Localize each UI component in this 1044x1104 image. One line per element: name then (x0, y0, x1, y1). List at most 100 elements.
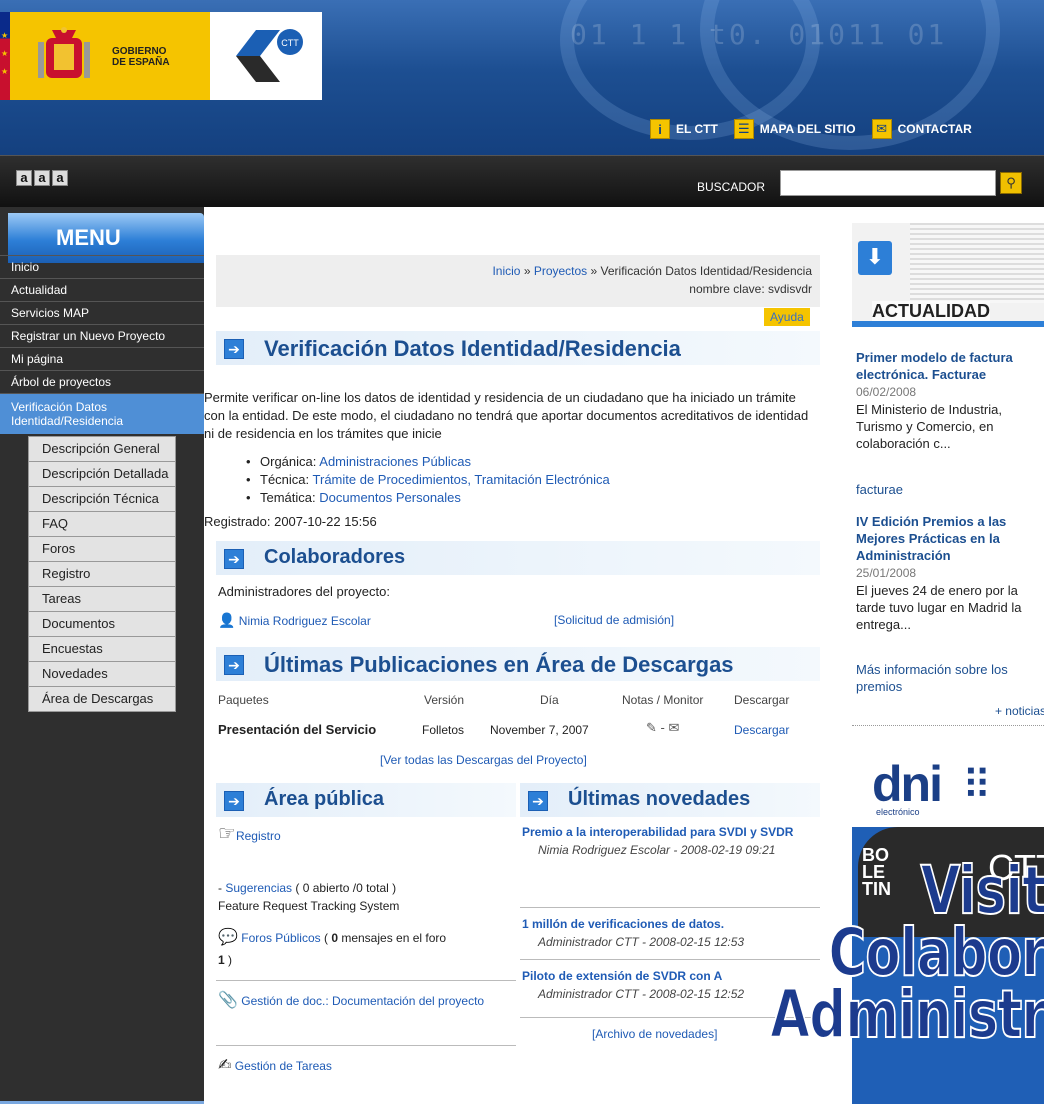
notes-icon[interactable]: ✎ (646, 720, 657, 735)
nav-el-ctt[interactable]: i EL CTT (650, 119, 718, 139)
search-icon: ⚲ (1006, 175, 1016, 190)
nav-label: EL CTT (676, 122, 718, 136)
forum-bubble-icon: 💬 (218, 929, 238, 946)
sidebar-item-inicio[interactable]: Inicio (0, 255, 204, 278)
actualidad-banner[interactable]: ⬇ ACTUALIDAD (852, 223, 1044, 327)
download-package: Presentación del Servicio (218, 722, 377, 737)
font-large-button[interactable]: a (52, 170, 68, 186)
promo-banner[interactable]: Visita Colabora Administra (737, 857, 1044, 1049)
subitem-tareas[interactable]: Tareas (28, 586, 176, 612)
documents-link[interactable]: Gestión de doc.: Documentación del proye… (241, 994, 484, 1008)
dni-electronico-banner[interactable]: dni electrónico ⠿ (852, 755, 1044, 821)
user-icon: 👤 (218, 612, 236, 628)
subitem-encuestas[interactable]: Encuestas (28, 636, 176, 662)
monitor-icon[interactable]: ✉ (669, 720, 680, 735)
forums-mid: mensajes en el foro (338, 931, 447, 945)
info-icon: i (650, 119, 670, 139)
admin-entry: 👤 Nimia Rodriguez Escolar (218, 611, 371, 630)
tasks-link[interactable]: Gestión de Tareas (235, 1059, 332, 1073)
category-link[interactable]: Trámite de Procedimientos, Tramitación E… (313, 472, 610, 487)
admission-request-link[interactable]: [Solicitud de admisión] (554, 611, 674, 629)
font-small-button[interactable]: a (16, 170, 32, 186)
right-news-date: 25/01/2008 (856, 566, 917, 580)
nav-site-map[interactable]: ☰ MAPA DEL SITIO (733, 119, 856, 139)
search-input[interactable] (780, 170, 996, 196)
right-news-tag[interactable]: Más información sobre los premios (856, 661, 1044, 695)
category-item: Temática: Documentos Personales (246, 489, 816, 507)
right-news-title[interactable]: Primer modelo de factura electrónica. Fa… (856, 350, 1013, 382)
ctt-logo[interactable]: CTT (210, 12, 322, 100)
breadcrumb-home[interactable]: Inicio (492, 264, 520, 278)
documents-entry: 📎 Gestión de doc.: Documentación del pro… (218, 991, 508, 1011)
subitem-faq[interactable]: FAQ (28, 511, 176, 537)
forums-close: ) (224, 953, 233, 967)
sidebar-item-mi-pagina[interactable]: Mi página (0, 347, 204, 370)
news-title-link[interactable]: Premio a la interoperabilidad para SVDI … (522, 825, 793, 839)
sitemap-icon: ☰ (733, 119, 754, 139)
ctt-logo-text: CTT (281, 38, 299, 48)
category-item: Técnica: Trámite de Procedimientos, Tram… (246, 471, 816, 489)
arrow-right-icon: ➔ (224, 655, 244, 675)
subitem-registro[interactable]: Registro (28, 561, 176, 587)
dni-sub: electrónico (876, 807, 920, 817)
category-key: Técnica: (260, 472, 310, 487)
category-key: Orgánica: (260, 454, 317, 469)
font-medium-button[interactable]: a (34, 170, 50, 186)
actualidad-label: ACTUALIDAD (872, 301, 990, 321)
right-news-title[interactable]: IV Edición Premios a las Mejores Práctic… (856, 514, 1006, 563)
admin-name-link[interactable]: Nimia Rodriguez Escolar (239, 614, 371, 628)
latest-news-header: ➔ Últimas novedades (520, 783, 820, 817)
subitem-descripcion-detallada[interactable]: Descripción Detallada (28, 461, 176, 487)
arrow-down-icon: ⬇ (858, 241, 892, 275)
notes-separator: - (660, 720, 665, 735)
category-link[interactable]: Administraciones Públicas (319, 454, 471, 469)
subitem-documentos[interactable]: Documentos (28, 611, 176, 637)
subitem-novedades[interactable]: Novedades (28, 661, 176, 687)
news-archive-link[interactable]: [Archivo de novedades] (592, 1025, 717, 1043)
more-news-link[interactable]: + noticias (856, 703, 1044, 720)
page: 01 1 1 t0. 01011 01 ★ ★ ★ GOBIERNO DE ESP… (0, 0, 1044, 1104)
sidebar-item-actualidad[interactable]: Actualidad (0, 278, 204, 301)
news-title-link[interactable]: Piloto de extensión de SVDR con A (522, 969, 722, 983)
coat-of-arms-icon (38, 27, 90, 78)
section-title: Últimas novedades (568, 788, 751, 810)
admins-label: Administradores del proyecto: (218, 584, 390, 599)
right-news-item: Primer modelo de factura electrónica. Fa… (856, 349, 1044, 452)
suggestions-desc: Feature Request Tracking System (218, 899, 400, 913)
subitem-area-descargas[interactable]: Área de Descargas (28, 686, 176, 712)
suggestions-link[interactable]: Sugerencias (225, 881, 292, 895)
help-button[interactable]: Ayuda (764, 308, 810, 326)
font-size-controls: a a a (16, 170, 68, 186)
download-notes: ✎ - ✉ (646, 719, 679, 737)
right-news-tag[interactable]: facturae (856, 481, 1044, 498)
hand-cursor-icon: ☞ (218, 823, 236, 845)
registro-link[interactable]: Registro (236, 829, 281, 843)
gobierno-logo[interactable]: ★ ★ ★ GOBIERNO DE ESPAÑA (0, 12, 210, 100)
collaborators-header: ➔ Colaboradores (216, 541, 820, 575)
sidebar-item-arbol-proyectos[interactable]: Árbol de proyectos (0, 370, 204, 393)
newspaper-image (910, 223, 1044, 303)
forums-link[interactable]: Foros Públicos (241, 931, 320, 945)
forums-n: 1 (218, 953, 225, 967)
right-news-item: IV Edición Premios a las Mejores Práctic… (856, 513, 1044, 633)
nav-contact[interactable]: ✉ CONTACTAR (871, 119, 972, 139)
subitem-foros[interactable]: Foros (28, 536, 176, 562)
sidebar-item-servicios-map[interactable]: Servicios MAP (0, 301, 204, 324)
breadcrumb-projects[interactable]: Proyectos (534, 264, 587, 278)
subitem-descripcion-general[interactable]: Descripción General (28, 436, 176, 462)
download-link[interactable]: Descargar (734, 721, 789, 739)
news-title-link[interactable]: 1 millón de verificaciones de datos. (522, 917, 724, 931)
arrow-right-icon: ➔ (224, 791, 244, 811)
documents-icon: 📎 (218, 992, 238, 1009)
sidebar-item-registrar-proyecto[interactable]: Registrar un Nuevo Proyecto (0, 324, 204, 347)
download-day: November 7, 2007 (490, 723, 589, 737)
all-downloads-link[interactable]: [Ver todas las Descargas del Proyecto] (380, 751, 587, 769)
sidebar-item-current-project[interactable]: Verificación Datos Identidad/Residencia (0, 393, 204, 434)
section-title: Área pública (264, 788, 385, 810)
dni-text: dni (872, 756, 943, 812)
subitem-descripcion-tecnica[interactable]: Descripción Técnica (28, 486, 176, 512)
section-title: Colaboradores (264, 546, 406, 568)
news-meta: Administrador CTT - 2008-02-15 12:52 (538, 987, 745, 1001)
category-link[interactable]: Documentos Personales (319, 490, 461, 505)
search-button[interactable]: ⚲ (1000, 172, 1022, 194)
